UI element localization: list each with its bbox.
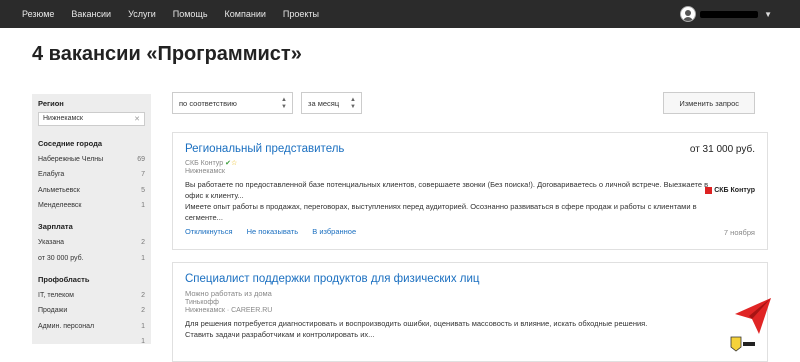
respond-link[interactable]: Откликнуться <box>185 227 233 236</box>
vacancy-description: Для решения потребуется диагностировать … <box>185 318 715 340</box>
nav-vacancies[interactable]: Вакансии <box>71 9 111 19</box>
filter-label: Админ. персонал <box>38 322 95 330</box>
company-logo-mark-icon <box>705 187 713 194</box>
star-icon: ☆ <box>230 160 238 167</box>
filter-city-item[interactable]: Альметьевск 5 <box>38 183 145 198</box>
company-logo[interactable]: СКБ Контур <box>705 187 755 194</box>
edit-query-button[interactable]: Изменить запрос <box>663 92 755 114</box>
company-logo-text: СКБ Контур <box>714 187 755 194</box>
filter-salary-item[interactable]: Указана 2 <box>38 235 145 250</box>
region-value: Нижнекамск <box>43 115 83 122</box>
filter-count: 2 <box>141 239 145 247</box>
nav-projects[interactable]: Проекты <box>283 9 319 19</box>
filter-count: 1 <box>141 254 145 262</box>
paper-plane-icon[interactable] <box>733 296 773 336</box>
filter-prof-item[interactable]: IT, телеком 2 <box>38 288 145 303</box>
filter-label: Продажи <box>38 307 68 315</box>
filter-count: 2 <box>141 291 145 299</box>
nav-services[interactable]: Услуги <box>128 9 156 19</box>
vacancy-remote-note: Можно работать из дома <box>185 289 272 298</box>
filter-label: Менделеевск <box>38 202 82 210</box>
filter-prof-item[interactable]: Продажи 2 <box>38 303 145 318</box>
nav-companies[interactable]: Компании <box>225 9 266 19</box>
hide-link[interactable]: Не показывать <box>247 227 299 236</box>
filter-label: Набережные Челны <box>38 156 104 164</box>
vacancy-title-link[interactable]: Специалист поддержки продуктов для физич… <box>185 273 755 285</box>
filter-count: 1 <box>141 202 145 210</box>
filter-prof-item[interactable]: 1 <box>38 334 145 349</box>
tinkoff-logo-icon[interactable] <box>729 335 757 353</box>
filter-label: Указана <box>38 239 65 247</box>
filter-label: Альметьевск <box>38 186 80 194</box>
filter-label: от 30 000 руб. <box>38 254 84 262</box>
profarea-filter-title: Профобласть <box>38 274 90 284</box>
filters-sidebar: Регион Нижнекамск ✕ Соседние города Набе… <box>32 94 151 345</box>
main-nav: Резюме Вакансии Услуги Помощь Компании П… <box>22 9 336 19</box>
results-controls: по соответствию ▲ ▼ за месяц ▲ ▼ Изменить … <box>172 92 768 115</box>
vacancy-requirements: Ставить задачи разработчикам и контролир… <box>185 330 375 339</box>
nearby-cities-title: Соседние города <box>38 139 102 148</box>
vacancy-responsibilities: Вы работаете по предоставленной базе пот… <box>185 180 709 200</box>
clear-region-icon[interactable]: ✕ <box>134 115 140 123</box>
sort-select-value: по соответствию <box>179 99 237 108</box>
vacancy-responsibilities: Для решения потребуется диагностировать … <box>185 319 648 328</box>
filter-salary-item[interactable]: от 30 000 руб. 1 <box>38 250 145 265</box>
vacancy-company-link[interactable]: Тинькофф <box>185 299 755 306</box>
username-redacted <box>700 10 759 18</box>
vacancy-city: Нижнекамск · CAREER.RU <box>185 307 273 314</box>
nav-resume[interactable]: Резюме <box>22 9 54 19</box>
top-navigation-bar: Резюме Вакансии Услуги Помощь Компании П… <box>0 0 800 28</box>
filter-prof-item[interactable]: Админ. персонал 1 <box>38 318 145 333</box>
filter-city-item[interactable]: Менделеевск 1 <box>38 198 145 213</box>
filter-city-item[interactable]: Елабуга 7 <box>38 167 145 182</box>
sort-select-arrows-icon: ▲ ▼ <box>281 97 287 110</box>
user-menu-caret-icon[interactable]: ▼ <box>764 10 772 19</box>
filter-city-item[interactable]: Набережные Челны 69 <box>38 152 145 167</box>
period-select-value: за месяц <box>308 99 340 108</box>
period-select-arrows-icon: ▲ ▼ <box>350 97 356 110</box>
filter-label: IT, телеком <box>38 291 74 299</box>
user-menu[interactable]: ▼ <box>680 6 772 22</box>
filter-label: Елабуга <box>38 171 65 179</box>
vacancy-company-line: СКБ Контур ✔☆ <box>185 159 755 167</box>
vacancy-title-link[interactable]: Региональный представитель <box>185 143 755 155</box>
user-avatar-icon[interactable] <box>680 6 697 22</box>
vacancy-company-link[interactable]: СКБ Контур <box>185 160 223 167</box>
vacancy-requirements: Имеете опыт работы в продажах, переговор… <box>185 202 697 222</box>
filter-count: 1 <box>141 322 145 330</box>
salary-filter-title: Зарплата <box>38 222 73 232</box>
vacancy-card: Специалист поддержки продуктов для физич… <box>172 262 768 362</box>
vacancy-date: 7 ноября <box>723 228 755 237</box>
sort-select[interactable]: по соответствию ▲ ▼ <box>172 92 293 114</box>
region-title: Регион <box>38 99 64 108</box>
favorite-link[interactable]: В избранное <box>312 227 356 236</box>
filter-count: 5 <box>141 186 145 194</box>
filter-count: 69 <box>137 156 145 164</box>
vacancy-actions: Откликнуться Не показывать В избранное <box>185 227 755 236</box>
filter-count: 7 <box>141 171 145 179</box>
vacancy-card: Региональный представитель от 31 000 руб… <box>172 132 768 250</box>
region-field[interactable]: Нижнекамск ✕ <box>38 112 145 126</box>
vacancy-city: Нижнекамск <box>185 168 225 175</box>
nav-help[interactable]: Помощь <box>173 9 208 19</box>
results-area: по соответствию ▲ ▼ за месяц ▲ ▼ Изменить … <box>172 92 768 362</box>
period-select[interactable]: за месяц ▲ ▼ <box>301 92 362 114</box>
vacancy-salary: от 31 000 руб. <box>689 144 755 155</box>
page-title: 4 вакансии «Программист» <box>32 43 302 65</box>
filter-count: 2 <box>141 307 145 315</box>
vacancy-description: Вы работаете по предоставленной базе пот… <box>185 179 715 223</box>
